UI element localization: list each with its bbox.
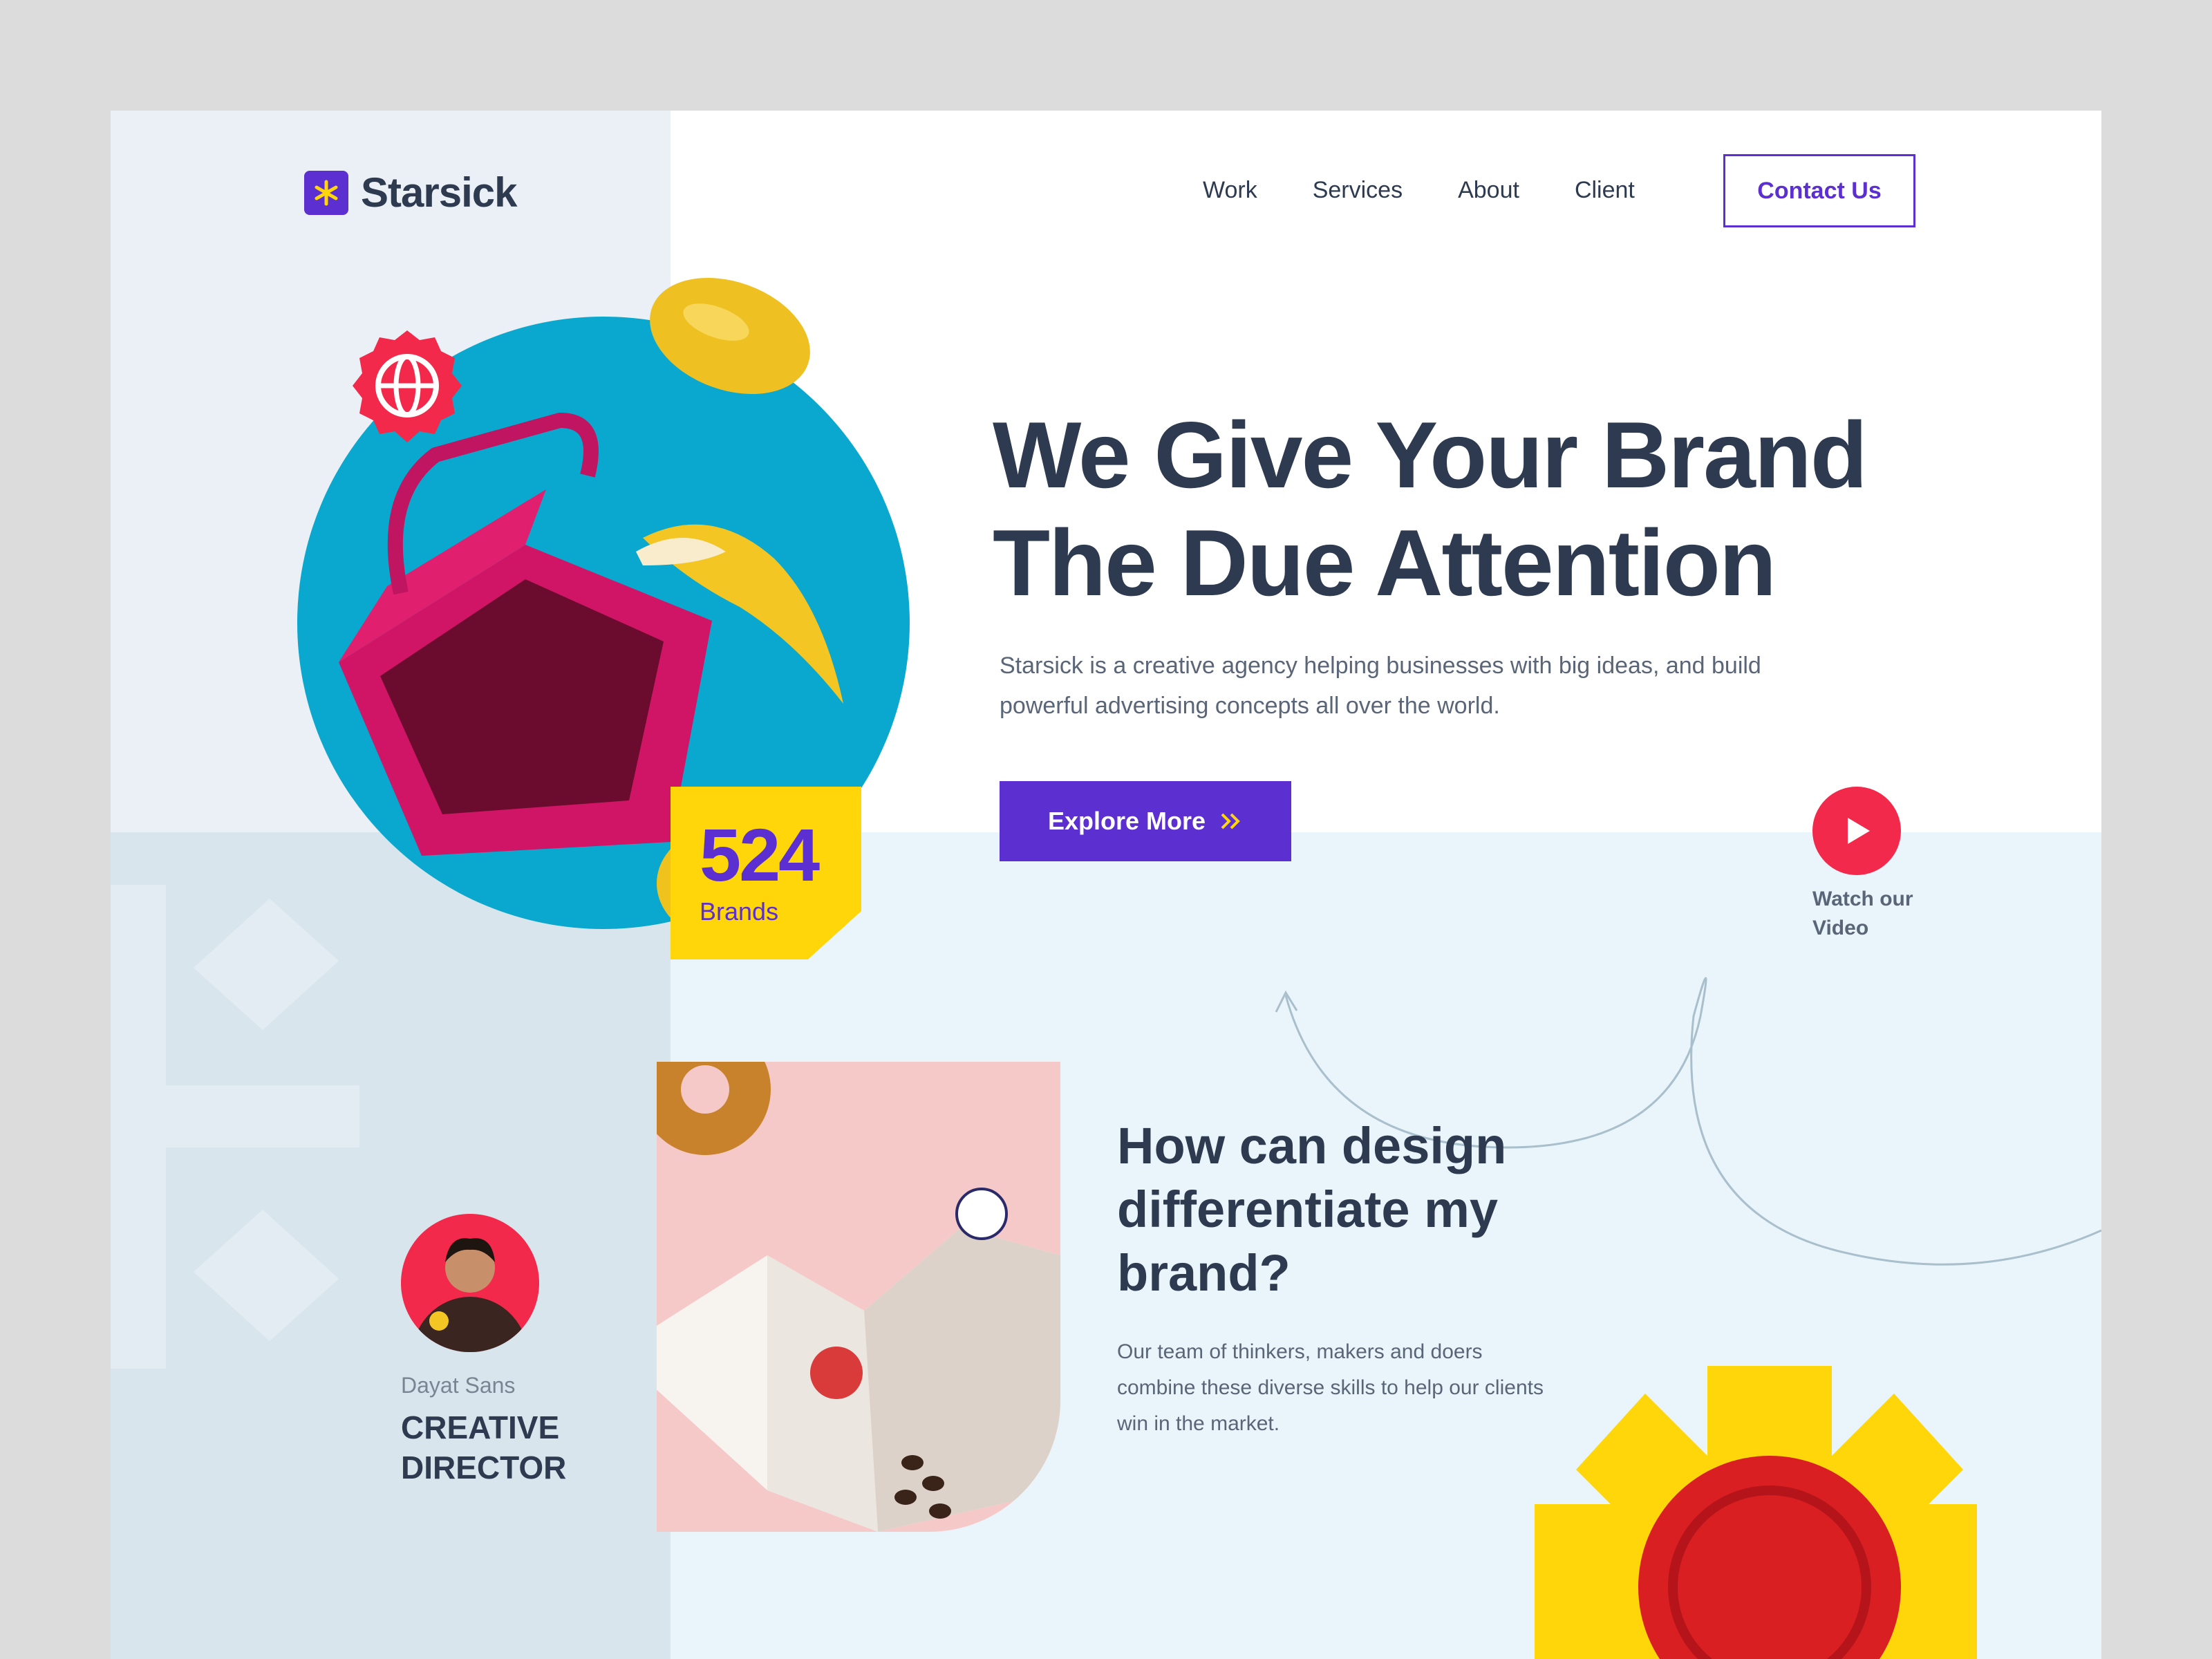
contact-us-button[interactable]: Contact Us bbox=[1723, 154, 1915, 227]
explore-more-button[interactable]: Explore More bbox=[1000, 781, 1291, 861]
brand-logo[interactable]: Starsick bbox=[304, 169, 517, 216]
person-name: Dayat Sans bbox=[401, 1373, 516, 1398]
nav-client[interactable]: Client bbox=[1575, 177, 1635, 204]
explore-more-label: Explore More bbox=[1047, 807, 1206, 835]
globe-icon bbox=[353, 330, 462, 442]
main-nav: Work Services About Client bbox=[1203, 177, 1635, 204]
feature-description: Our team of thinkers, makers and doers c… bbox=[1117, 1340, 1544, 1435]
landing-page: Starsick Work Services About Client Cont… bbox=[111, 111, 2101, 1659]
brochure-illustration bbox=[657, 1062, 1060, 1532]
feature-title: How can design differentiate my brand? bbox=[1117, 1117, 1507, 1302]
nav-about[interactable]: About bbox=[1458, 177, 1519, 204]
brochure-photo bbox=[657, 1062, 1060, 1532]
lemon-icon bbox=[650, 277, 810, 395]
person-photo bbox=[411, 1238, 529, 1352]
brand-name: Starsick bbox=[361, 169, 517, 216]
play-icon bbox=[1848, 818, 1870, 844]
person-role: CREATIVE DIRECTOR bbox=[401, 1409, 567, 1485]
hero-title-line1: We Give Your Brand bbox=[993, 402, 1868, 507]
play-video-button[interactable] bbox=[1812, 787, 1901, 875]
asterisk-decoration-icon bbox=[111, 885, 359, 1369]
double-chevron-right-icon bbox=[1221, 813, 1240, 830]
hero-title-line2: The Due Attention bbox=[993, 510, 1777, 615]
brands-count: 524 bbox=[700, 813, 820, 897]
avatar bbox=[401, 1214, 539, 1352]
brands-stat-badge: 524 Brands bbox=[671, 787, 861, 959]
asterisk-icon bbox=[304, 170, 348, 215]
nav-work[interactable]: Work bbox=[1203, 177, 1257, 204]
hero-title: We Give Your Brand The Due Attention bbox=[993, 401, 2002, 617]
hero-description: Starsick is a creative agency helping bu… bbox=[1000, 653, 1761, 719]
nav-services[interactable]: Services bbox=[1313, 177, 1403, 204]
sun-shape-decoration bbox=[1535, 1366, 1977, 1659]
brands-label: Brands bbox=[700, 897, 779, 926]
